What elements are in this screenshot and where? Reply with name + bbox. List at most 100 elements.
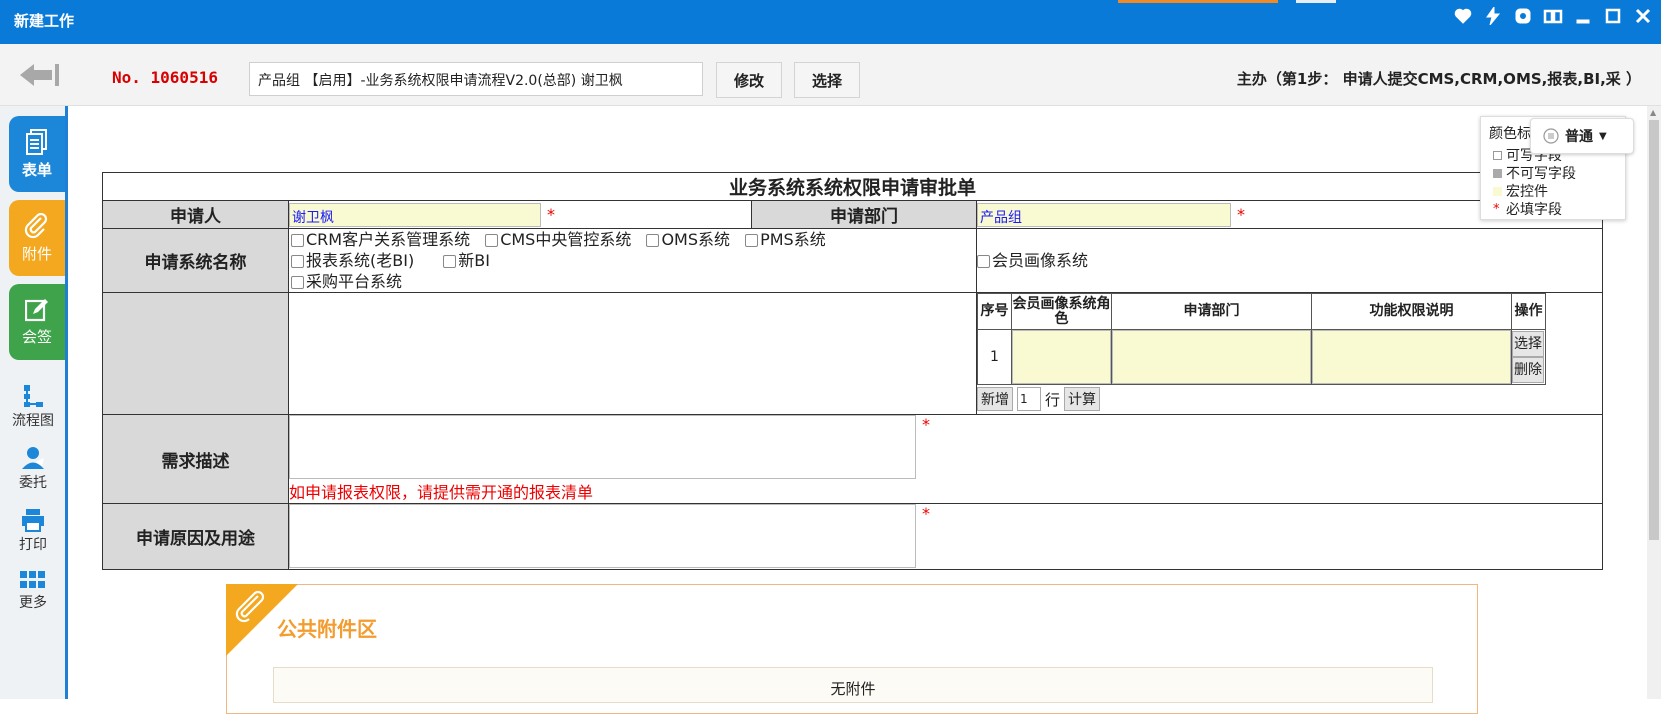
requirement-cell: * 如申请报表权限，请提供需开通的报表清单 (287, 414, 1604, 504)
system-label: 申请系统名称 (102, 228, 289, 293)
sidebar: 表单 附件 会签 流程图 委托 打印 更多 (0, 106, 68, 699)
col-header-no: 序号 (977, 293, 1012, 330)
step-info: 主办（第1步： 申请人提交CMS,CRM,OMS,报表,BI,采 ） (1236, 70, 1641, 88)
applicant-label: 申请人 (102, 200, 289, 229)
dept-label: 申请部门 (751, 200, 977, 229)
member-portrait-option[interactable]: 会员画像系统 (975, 228, 1604, 293)
requirement-hint: 如申请报表权限，请提供需开通的报表清单 (289, 483, 594, 502)
row-unit-label: 行 (1045, 390, 1061, 409)
checkbox[interactable] (443, 255, 457, 268)
close-icon[interactable] (1631, 4, 1655, 28)
grid-icon (20, 571, 45, 588)
tab-countersign-label: 会签 (21, 327, 52, 346)
form-icon (26, 128, 47, 155)
legend-title: 颜色标 (1489, 126, 1531, 142)
tab-attachment-label: 附件 (21, 244, 52, 263)
tab-form[interactable]: 表单 (9, 116, 65, 192)
tool-print[interactable]: 打印 (0, 508, 66, 554)
dept-required-mark: * (1237, 205, 1245, 224)
toolbar: No. 1060516 产品组 【启用】-业务系统权限申请流程V2.0(总部) … (0, 44, 1661, 106)
system-option-pms[interactable]: PMS系统 (745, 230, 826, 249)
scrollbar-thumb[interactable] (1649, 120, 1659, 540)
select-button[interactable]: 选择 (794, 62, 860, 98)
reason-required-mark: * (922, 504, 930, 523)
title-bar: 新建工作 (0, 0, 1661, 44)
add-row-button[interactable]: 新增 (977, 387, 1013, 411)
view-mode-label: 普通 (1565, 129, 1593, 145)
tab-attachment[interactable]: 附件 (9, 200, 65, 276)
vertical-scrollbar[interactable]: ▲ (1647, 106, 1661, 699)
paperclip-icon (24, 212, 48, 238)
row-dept-input[interactable] (1112, 330, 1311, 384)
tool-delegate[interactable]: 委托 (0, 446, 66, 492)
row-desc-input[interactable] (1312, 330, 1511, 384)
system-option-cms[interactable]: CMS中央管控系统 (485, 230, 631, 249)
tool-print-label: 打印 (19, 537, 47, 553)
subtable-label (102, 292, 289, 415)
calc-button[interactable]: 计算 (1064, 387, 1101, 411)
flowchart-icon (24, 385, 43, 407)
public-attachment-area: 公共附件区 无附件 (226, 584, 1478, 714)
requirement-required-mark: * (922, 415, 930, 434)
scroll-up-icon[interactable]: ▲ (1650, 108, 1656, 117)
tool-delegate-label: 委托 (19, 475, 47, 491)
dept-field[interactable]: 产品组 (977, 202, 1231, 227)
system-option-oms[interactable]: OMS系统 (646, 230, 730, 249)
add-row-bar: 新增 1 行 计算 (977, 385, 1602, 413)
checkbox[interactable] (646, 234, 660, 247)
run-number: No. 1060516 (112, 68, 218, 87)
attachment-title: 公共附件区 (277, 617, 377, 641)
tool-more-label: 更多 (19, 595, 47, 611)
system-option-crm[interactable]: CRM客户关系管理系统 (291, 230, 470, 249)
gear-icon[interactable] (1511, 4, 1535, 28)
row-select-button[interactable]: 选择 (1512, 331, 1544, 357)
checkbox[interactable] (485, 234, 499, 247)
checkbox[interactable] (291, 234, 304, 247)
view-mode-select[interactable]: 普通 ▼ (1530, 118, 1634, 154)
flash-icon[interactable] (1481, 4, 1505, 28)
col-header-role: 会员画像系统角色 (1011, 293, 1112, 330)
list-icon (1543, 128, 1559, 144)
delegate-icon (22, 447, 44, 469)
system-option-newbi[interactable]: 新BI (443, 251, 490, 270)
tool-more[interactable]: 更多 (0, 570, 66, 612)
reason-cell: * (287, 503, 1604, 570)
row-number: 1 (977, 329, 1012, 385)
back-arrow-icon[interactable] (18, 60, 62, 90)
run-name-field[interactable]: 产品组 【启用】-业务系统权限申请流程V2.0(总部) 谢卫枫 (249, 62, 703, 96)
modify-button[interactable]: 修改 (716, 62, 782, 98)
form-title: 业务系统系统权限申请审批单 (101, 172, 1604, 201)
add-row-count[interactable]: 1 (1017, 387, 1041, 411)
requirement-textarea[interactable] (289, 415, 916, 479)
window-controls (1451, 4, 1655, 28)
application-form: 业务系统系统权限申请审批单 申请人 谢卫枫 * 申请部门 产品组 * 申请系统名… (101, 172, 1604, 570)
system-option-purchase[interactable]: 采购平台系统 (291, 272, 402, 291)
system-option-report[interactable]: 报表系统(老BI) (291, 251, 414, 270)
checkbox[interactable] (977, 255, 990, 268)
tool-flowchart[interactable]: 流程图 (0, 384, 66, 430)
applicant-field[interactable]: 谢卫枫 (289, 202, 541, 227)
tab-countersign[interactable]: 会签 (9, 284, 65, 360)
table-row: 1 选择 删除 (977, 329, 1546, 385)
reason-textarea[interactable] (289, 504, 916, 568)
legend-item-required: * 必填字段 (1493, 201, 1562, 219)
form-area: 业务系统系统权限申请审批单 申请人 谢卫枫 * 申请部门 产品组 * 申请系统名… (101, 172, 1604, 570)
maximize-icon[interactable] (1601, 4, 1625, 28)
role-input[interactable] (1012, 330, 1111, 384)
col-header-op: 操作 (1511, 293, 1546, 330)
subtable-cell: 序号 会员画像系统角色 申请部门 功能权限说明 操作 1 选择 删除 新增 1 … (975, 292, 1604, 415)
row-delete-button[interactable]: 删除 (1512, 357, 1544, 383)
checkbox[interactable] (745, 234, 759, 247)
title-accent-2 (1296, 0, 1336, 3)
checkbox[interactable] (291, 276, 304, 289)
checkbox[interactable] (291, 255, 304, 268)
heart-icon[interactable] (1451, 4, 1475, 28)
reason-label: 申请原因及用途 (102, 503, 289, 570)
role-subtable: 序号 会员画像系统角色 申请部门 功能权限说明 操作 1 选择 删除 (977, 293, 1546, 385)
legend-item-macro: 宏控件 (1493, 181, 1548, 201)
title-accent (1118, 0, 1278, 3)
applicant-required-mark: * (547, 205, 555, 224)
book-icon[interactable] (1541, 4, 1565, 28)
minimize-icon[interactable] (1571, 4, 1595, 28)
member-portrait-label: 会员画像系统 (992, 251, 1089, 270)
